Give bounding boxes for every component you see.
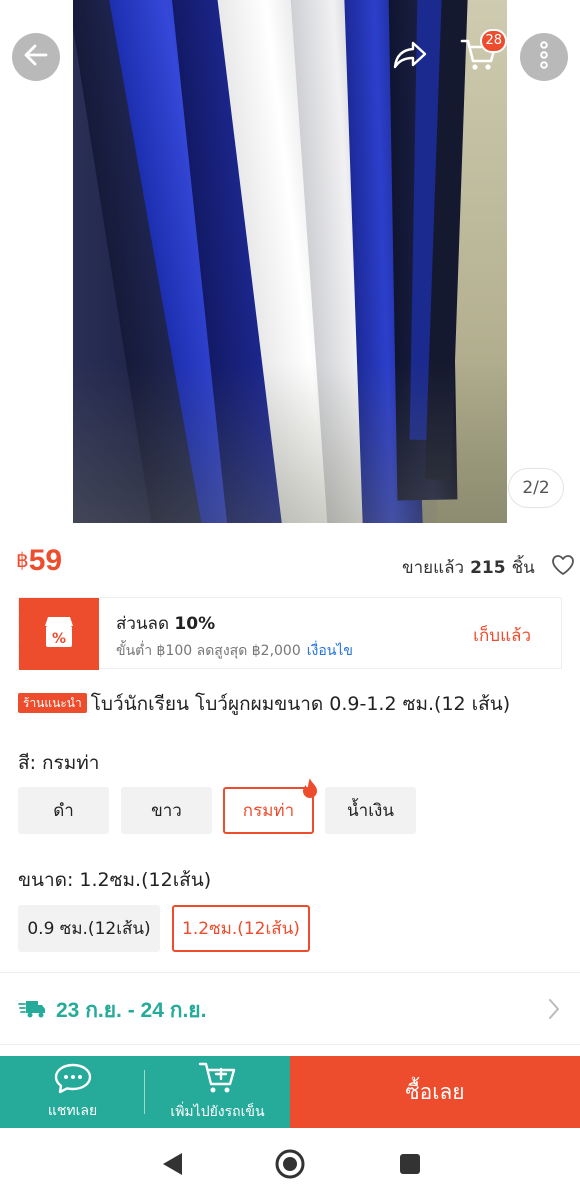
buy-now-button[interactable]: ซื้อเลย [290, 1056, 580, 1128]
sold-suffix: ชิ้น [511, 558, 535, 578]
delivery-date-range: 23 ก.ย. - 24 ก.ย. [56, 999, 207, 1022]
chat-icon [53, 1062, 93, 1098]
heart-icon[interactable] [551, 554, 575, 581]
share-icon [392, 39, 428, 75]
voucher-discount-value: 10% [174, 614, 216, 634]
cart-button[interactable]: 28 [455, 29, 507, 81]
share-button[interactable] [386, 33, 434, 81]
color-label: สี: กรมท่า [18, 752, 100, 774]
size-label: ขนาด: 1.2ซม.(12เส้น) [18, 869, 212, 891]
chevron-right-icon[interactable] [548, 998, 560, 1024]
gallery-page-indicator: 2/2 [508, 468, 564, 508]
purchase-bar: แชทเลย เพิ่มไปยังรถเข็น ซื้อเลย [0, 1056, 580, 1128]
preferred-shop-badge: ร้านแนะนำ [18, 693, 87, 713]
currency-symbol: ฿ [16, 550, 29, 572]
chat-now-label: แชทเลย [47, 1103, 98, 1119]
price-amount: 59 [28, 544, 63, 577]
more-options-button[interactable] [520, 33, 568, 81]
home-circle-icon[interactable] [274, 1148, 306, 1180]
photo-shadow [73, 363, 507, 523]
arrow-left-icon [21, 40, 51, 74]
color-option-navy-label: กรมท่า [242, 801, 295, 821]
voucher-subtitle: ขั้นต่ำ ฿100 ลดสูงสุด ฿2,000 เงื่อนไข [116, 640, 353, 662]
shop-voucher[interactable]: % ส่วนลด 10% ขั้นต่ำ ฿100 ลดสูงสุด ฿2,00… [14, 597, 562, 670]
recent-apps-square-icon[interactable] [394, 1148, 426, 1180]
color-option-blue[interactable]: น้ำเงิน [325, 787, 416, 834]
voucher-conditions-text: ขั้นต่ำ ฿100 ลดสูงสุด ฿2,000 [116, 643, 301, 659]
sold-prefix: ขายแล้ว [402, 558, 465, 578]
back-triangle-icon[interactable] [156, 1148, 188, 1180]
chat-now-button[interactable]: แชทเลย [0, 1056, 145, 1128]
add-to-cart-label: เพิ่มไปยังรถเข็น [170, 1104, 265, 1120]
flame-icon [302, 777, 318, 804]
product-photo[interactable] [73, 0, 507, 523]
voucher-claimed-button[interactable]: เก็บแล้ว [473, 622, 531, 649]
sold-number: 215 [470, 557, 506, 578]
product-price: ฿59 [16, 544, 62, 578]
back-button[interactable] [12, 33, 60, 81]
voucher-title: ส่วนลด 10% [116, 610, 215, 637]
size-option-1-2cm[interactable]: 1.2ซม.(12เส้น) [172, 905, 310, 952]
sold-count: ขายแล้ว 215 ชิ้น [402, 554, 575, 581]
color-option-navy[interactable]: กรมท่า [223, 778, 317, 834]
svg-text:%: % [52, 631, 66, 647]
system-navigation-bar [0, 1128, 580, 1200]
store-discount-icon: % [42, 614, 76, 654]
add-to-cart-button[interactable]: เพิ่มไปยังรถเข็น [145, 1056, 290, 1128]
add-to-cart-icon [198, 1061, 238, 1099]
divider [0, 972, 580, 973]
voucher-conditions-link[interactable]: เงื่อนไข [307, 643, 353, 659]
more-vertical-icon [539, 41, 549, 73]
voucher-logo: % [14, 598, 99, 670]
color-option-white[interactable]: ขาว [121, 787, 212, 834]
product-gallery[interactable]: 28 2/2 [0, 0, 580, 523]
product-title: โบว์นักเรียน โบว์ผูกผมขนาด 0.9-1.2 ซม.(1… [90, 693, 511, 715]
size-option-0-9cm[interactable]: 0.9 ซม.(12เส้น) [18, 905, 160, 952]
product-title-row: ร้านแนะนำ โบว์นักเรียน โบว์ผูกผมขนาด 0.9-… [18, 690, 563, 718]
voucher-title-prefix: ส่วนลด [116, 614, 170, 634]
shipping-row[interactable]: 23 ก.ย. - 24 ก.ย. [18, 994, 206, 1027]
color-option-black[interactable]: ดำ [18, 787, 109, 834]
divider [0, 1044, 580, 1045]
delivery-truck-icon [18, 997, 46, 1025]
cart-count-badge: 28 [480, 29, 507, 53]
